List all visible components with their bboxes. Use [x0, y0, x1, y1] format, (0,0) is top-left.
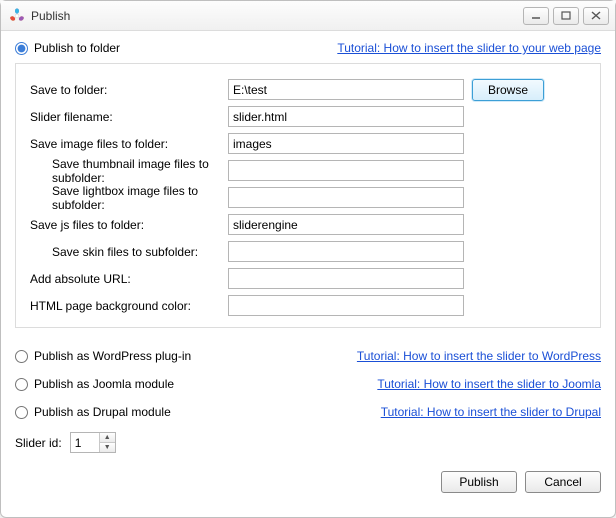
save-folder-input[interactable] — [228, 79, 464, 100]
tutorial-link-joomla[interactable]: Tutorial: How to insert the slider to Jo… — [377, 377, 601, 391]
skin-subfolder-label: Save skin files to subfolder: — [30, 245, 220, 259]
spinner-down-icon[interactable]: ▼ — [100, 443, 115, 452]
js-folder-input[interactable] — [228, 214, 464, 235]
folder-options-panel: Save to folder: Browse Slider filename: … — [15, 63, 601, 328]
slider-id-label: Slider id: — [15, 436, 62, 450]
publish-drupal-radio[interactable]: Publish as Drupal module — [15, 405, 235, 419]
bg-color-input[interactable] — [228, 295, 464, 316]
slider-id-spinner[interactable]: ▲ ▼ — [70, 432, 116, 453]
close-button[interactable] — [583, 7, 609, 25]
tutorial-link-webpage[interactable]: Tutorial: How to insert the slider to yo… — [337, 41, 601, 55]
thumb-subfolder-label: Save thumbnail image files to subfolder: — [30, 157, 220, 185]
slider-id-input[interactable] — [71, 433, 99, 452]
publish-joomla-label: Publish as Joomla module — [34, 377, 174, 391]
spinner-up-icon[interactable]: ▲ — [100, 433, 115, 443]
tutorial-link-wordpress[interactable]: Tutorial: How to insert the slider to Wo… — [357, 349, 601, 363]
window-title: Publish — [31, 9, 523, 23]
abs-url-input[interactable] — [228, 268, 464, 289]
publish-button[interactable]: Publish — [441, 471, 517, 493]
publish-wordpress-label: Publish as WordPress plug-in — [34, 349, 191, 363]
publish-to-folder-radio[interactable]: Publish to folder — [15, 41, 120, 55]
cancel-button[interactable]: Cancel — [525, 471, 601, 493]
bg-color-label: HTML page background color: — [30, 299, 220, 313]
tutorial-link-drupal[interactable]: Tutorial: How to insert the slider to Dr… — [381, 405, 601, 419]
minimize-button[interactable] — [523, 7, 549, 25]
slider-filename-input[interactable] — [228, 106, 464, 127]
publish-joomla-radio-input[interactable] — [15, 378, 28, 391]
publish-to-folder-radio-input[interactable] — [15, 42, 28, 55]
skin-subfolder-input[interactable] — [228, 241, 464, 262]
abs-url-label: Add absolute URL: — [30, 272, 220, 286]
js-folder-label: Save js files to folder: — [30, 218, 220, 232]
publish-drupal-radio-input[interactable] — [15, 406, 28, 419]
browse-button[interactable]: Browse — [472, 79, 544, 101]
publish-wordpress-radio-input[interactable] — [15, 350, 28, 363]
publish-to-folder-label: Publish to folder — [34, 41, 120, 55]
app-icon — [9, 8, 25, 24]
save-folder-label: Save to folder: — [30, 83, 220, 97]
maximize-button[interactable] — [553, 7, 579, 25]
slider-filename-label: Slider filename: — [30, 110, 220, 124]
thumb-subfolder-input[interactable] — [228, 160, 464, 181]
lightbox-subfolder-input[interactable] — [228, 187, 464, 208]
publish-joomla-radio[interactable]: Publish as Joomla module — [15, 377, 235, 391]
publish-drupal-label: Publish as Drupal module — [34, 405, 171, 419]
publish-wordpress-radio[interactable]: Publish as WordPress plug-in — [15, 349, 235, 363]
images-folder-label: Save image files to folder: — [30, 137, 220, 151]
images-folder-input[interactable] — [228, 133, 464, 154]
lightbox-subfolder-label: Save lightbox image files to subfolder: — [30, 184, 220, 212]
titlebar: Publish — [1, 1, 615, 31]
